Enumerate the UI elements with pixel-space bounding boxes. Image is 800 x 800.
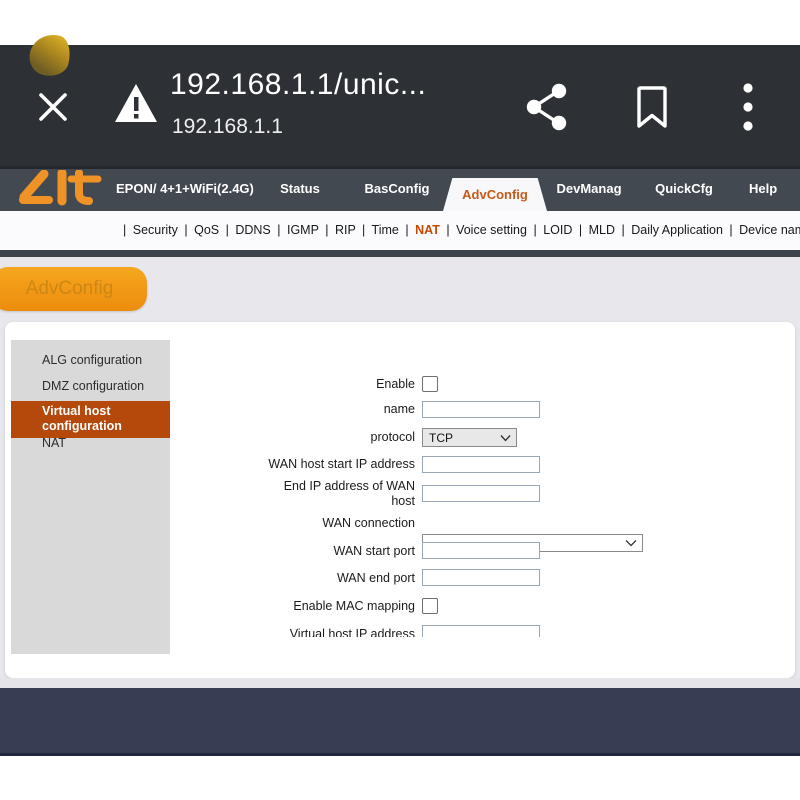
tab-basconfig[interactable]: BasConfig xyxy=(352,166,442,211)
share-icon[interactable] xyxy=(525,83,569,131)
footer-bar xyxy=(0,688,800,756)
divider-bar xyxy=(0,250,800,257)
subnav-item-ddns[interactable]: DDNS xyxy=(235,223,270,237)
separator: | xyxy=(533,223,536,237)
subnav-item-daily-application[interactable]: Daily Application xyxy=(631,223,723,237)
url-title[interactable]: 192.168.1.1/unic... xyxy=(170,68,490,102)
wan-end-port-label: WAN end port xyxy=(250,571,415,586)
screen: 192.168.1.1/unic... 192.168.1.1 EP xyxy=(0,0,800,800)
chevron-down-icon xyxy=(500,434,511,442)
enable-label: Enable xyxy=(250,377,415,392)
subnav-item-nat[interactable]: NAT xyxy=(415,223,440,237)
virtual-host-ip-label: Virtual host IP address xyxy=(250,627,415,637)
separator: | xyxy=(226,223,229,237)
subnav-item-igmp[interactable]: IGMP xyxy=(287,223,319,237)
virtual-host-ip-input[interactable] xyxy=(422,625,540,637)
subnav-item-security[interactable]: Security xyxy=(133,223,178,237)
footer-divider xyxy=(0,678,800,688)
wan-host-start-ip-label: WAN host start IP address xyxy=(250,457,415,472)
separator: | xyxy=(405,223,408,237)
separator: | xyxy=(579,223,582,237)
end-ip-of-wan-host-input[interactable] xyxy=(422,485,540,502)
wan-start-port-input[interactable] xyxy=(422,542,540,559)
end-ip-of-wan-host-label: End IP address of WAN host xyxy=(265,479,415,509)
tab-devmanag[interactable]: DevManag xyxy=(544,166,634,211)
sidebar-item-virtual-host-configuration[interactable]: Virtual host configuration xyxy=(11,401,170,438)
subnav-item-rip[interactable]: RIP xyxy=(335,223,356,237)
wan-host-start-ip-input[interactable] xyxy=(422,456,540,473)
subnav: | Security | QoS | DDNS | IGMP | RIP | T… xyxy=(0,211,800,250)
separator: | xyxy=(184,223,187,237)
wan-end-port-input[interactable] xyxy=(422,569,540,586)
separator: | xyxy=(277,223,280,237)
tab-advconfig[interactable]: AdvConfig xyxy=(443,178,547,211)
subnav-item-mld[interactable]: MLD xyxy=(589,223,615,237)
status-area xyxy=(0,0,800,45)
subnav-item-qos[interactable]: QoS xyxy=(194,223,219,237)
sidebar-item-dmz-configuration[interactable]: DMZ configuration xyxy=(11,379,170,394)
tab-help[interactable]: Help xyxy=(749,166,800,211)
close-icon[interactable] xyxy=(34,88,72,126)
separator: | xyxy=(446,223,449,237)
advconfig-section-button[interactable]: AdvConfig xyxy=(0,267,147,311)
protocol-value: TCP xyxy=(429,429,453,447)
enable-checkbox[interactable] xyxy=(422,376,438,392)
subnav-item-time[interactable]: Time xyxy=(372,223,399,237)
wan-connection-label: WAN connection xyxy=(250,516,415,531)
main-panel: ALG configuration DMZ configuration Virt… xyxy=(5,322,795,678)
protocol-label: protocol xyxy=(250,430,415,445)
enable-mac-mapping-checkbox[interactable] xyxy=(422,598,438,614)
tab-quickcfg[interactable]: QuickCfg xyxy=(639,166,729,211)
protocol-select[interactable]: TCP xyxy=(422,428,517,447)
bottom-margin xyxy=(0,756,800,800)
subnav-items: | Security | QoS | DDNS | IGMP | RIP | T… xyxy=(120,211,800,250)
separator: | xyxy=(621,223,624,237)
sidebar: ALG configuration DMZ configuration Virt… xyxy=(11,340,170,654)
subnav-item-voice-setting[interactable]: Voice setting xyxy=(456,223,527,237)
wan-start-port-label: WAN start port xyxy=(250,544,415,559)
overflow-menu-icon[interactable] xyxy=(738,80,758,134)
virtual-host-form: Enable name protocol TCP WAN host start … xyxy=(250,370,670,637)
separator: | xyxy=(729,223,732,237)
separator: | xyxy=(123,223,126,237)
enable-mac-mapping-label: Enable MAC mapping xyxy=(250,599,415,614)
url-subtitle: 192.168.1.1 xyxy=(172,115,283,139)
sidebar-item-alg-configuration[interactable]: ALG configuration xyxy=(11,353,170,368)
security-warning-icon[interactable] xyxy=(113,82,159,124)
name-label: name xyxy=(250,402,415,417)
separator: | xyxy=(362,223,365,237)
device-model-label: EPON/ 4+1+WiFi(2.4G) xyxy=(116,166,254,211)
subnav-item-loid[interactable]: LOID xyxy=(543,223,572,237)
name-input[interactable] xyxy=(422,401,540,418)
zte-logo xyxy=(16,170,108,208)
subnav-item-device-naming[interactable]: Device naming xyxy=(739,223,800,237)
chevron-down-icon xyxy=(625,539,637,547)
separator: | xyxy=(325,223,328,237)
sidebar-item-nat[interactable]: NAT xyxy=(11,436,170,451)
tab-status[interactable]: Status xyxy=(255,166,345,211)
bookmark-icon[interactable] xyxy=(634,84,670,130)
